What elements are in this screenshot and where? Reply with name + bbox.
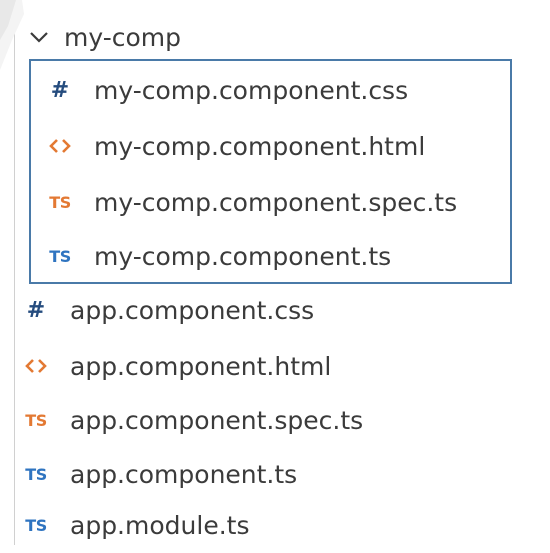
- file-label: my-comp.component.spec.ts: [94, 187, 458, 217]
- indent-guide: [14, 0, 15, 545]
- file-label: app.component.css: [70, 295, 315, 325]
- file-explorer-tree: my-comp # my-comp.component.css my-comp.…: [0, 0, 550, 545]
- ts-spec-icon: TS: [25, 410, 47, 430]
- folder-row-my-comp[interactable]: my-comp: [26, 9, 181, 65]
- file-row-app-css[interactable]: # app.component.css: [22, 282, 314, 338]
- html-brackets-icon: [46, 138, 74, 154]
- file-row-my-comp-ts[interactable]: TS my-comp.component.ts: [46, 228, 391, 284]
- file-label: app.module.ts: [70, 510, 250, 540]
- file-row-app-ts[interactable]: TS app.component.ts: [22, 446, 297, 502]
- file-label: my-comp.component.css: [94, 75, 409, 105]
- folder-label: my-comp: [64, 22, 181, 52]
- file-row-app-html[interactable]: app.component.html: [22, 338, 331, 394]
- css-hash-icon: #: [26, 297, 46, 323]
- file-row-my-comp-spec-ts[interactable]: TS my-comp.component.spec.ts: [46, 174, 457, 230]
- file-label: my-comp.component.html: [94, 131, 426, 161]
- file-row-my-comp-css[interactable]: # my-comp.component.css: [46, 62, 408, 118]
- chevron-down-icon[interactable]: [26, 24, 52, 50]
- file-row-app-spec-ts[interactable]: TS app.component.spec.ts: [22, 392, 363, 448]
- css-hash-icon: #: [50, 77, 70, 103]
- ts-spec-icon: TS: [49, 192, 71, 212]
- html-brackets-icon: [22, 358, 50, 374]
- file-label: app.component.ts: [70, 459, 298, 489]
- ts-icon: TS: [25, 464, 47, 484]
- file-row-my-comp-html[interactable]: my-comp.component.html: [46, 118, 425, 174]
- ts-icon: TS: [49, 246, 71, 266]
- ts-icon: TS: [25, 515, 47, 535]
- file-label: my-comp.component.ts: [94, 241, 392, 271]
- file-label: app.component.spec.ts: [70, 405, 364, 435]
- file-label: app.component.html: [70, 351, 332, 381]
